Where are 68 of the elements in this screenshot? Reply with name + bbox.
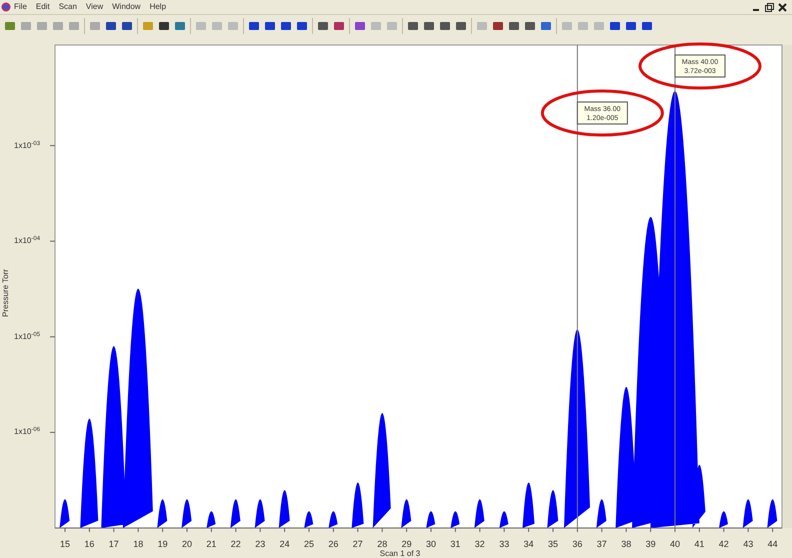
- tool-icon[interactable]: [158, 20, 170, 32]
- x-tick-label: 43: [743, 539, 754, 549]
- x-tick-label: 15: [60, 539, 70, 549]
- y-tick-label: 1x10$^{-04}$: [14, 237, 40, 246]
- x-tick-label: 28: [377, 539, 388, 549]
- menu-item[interactable]: View: [86, 1, 104, 13]
- tool-icon[interactable]: [508, 20, 520, 32]
- tool-icon[interactable]: [105, 20, 117, 32]
- tool-icon[interactable]: [439, 20, 451, 32]
- annotation-box: [576, 102, 628, 124]
- x-tick-label: 17: [108, 539, 119, 549]
- annotation-box: [674, 54, 726, 78]
- x-tick-label: 36: [572, 539, 582, 549]
- x-tick-label: 19: [158, 539, 168, 549]
- tool-icon[interactable]: [492, 20, 504, 32]
- tool-icon[interactable]: [333, 20, 345, 32]
- tool-icon[interactable]: [280, 20, 292, 32]
- x-tick-label: 34: [524, 539, 534, 549]
- tool-icon[interactable]: [407, 20, 419, 32]
- x-tick-label: 29: [402, 539, 412, 549]
- y-tick-label: 1x10$^{-06}$: [14, 428, 40, 436]
- x-tick-label: 20: [182, 539, 192, 549]
- y-axis-title: Pressure Torr: [1, 269, 10, 317]
- tool-icon[interactable]: [609, 20, 621, 32]
- x-tick-label: 22: [230, 539, 241, 549]
- y-tick-label: 1x10$^{-05}$: [14, 332, 40, 341]
- x-tick-label: 24: [280, 539, 290, 549]
- x-tick-label: 39: [646, 539, 656, 549]
- menu-item[interactable]: Scan: [58, 1, 77, 13]
- x-tick-label: 33: [499, 539, 510, 549]
- x-tick-label: 32: [474, 539, 485, 549]
- x-tick-label: 38: [621, 539, 632, 549]
- menu-item[interactable]: File: [14, 1, 27, 13]
- x-tick-label: 31: [450, 539, 460, 549]
- app-icon[interactable]: [1, 2, 11, 12]
- x-tick-label: 30: [426, 539, 436, 549]
- tool-icon[interactable]: [641, 20, 653, 32]
- menu-item[interactable]: Edit: [36, 1, 50, 13]
- x-tick-label: 16: [84, 539, 94, 549]
- tool-icon[interactable]: [423, 20, 435, 32]
- x-tick-label: 25: [304, 539, 314, 549]
- y-tick-label: 1x10$^{-03}$: [14, 142, 40, 150]
- tool-icon[interactable]: [121, 20, 133, 32]
- x-tick-label: 37: [596, 539, 607, 549]
- x-tick-label: 26: [328, 539, 338, 549]
- x-tick-label: 23: [255, 539, 266, 549]
- tool-icon[interactable]: [248, 20, 260, 32]
- x-tick-label: 42: [718, 539, 729, 549]
- tool-icon[interactable]: [455, 20, 467, 32]
- x-tick-label: 35: [548, 539, 558, 549]
- x-tick-label: 18: [133, 539, 144, 549]
- scan-status: Scan 1 of 3: [380, 549, 420, 558]
- close-icon[interactable]: [777, 2, 788, 12]
- x-tick-label: 44: [768, 539, 778, 549]
- x-tick-label: 27: [352, 539, 363, 549]
- tool-icon[interactable]: [524, 20, 536, 32]
- x-tick-label: 21: [206, 539, 216, 549]
- tool-icon[interactable]: [354, 20, 366, 32]
- restore-icon[interactable]: [764, 2, 775, 12]
- menu-item[interactable]: Window: [112, 1, 141, 13]
- tool-icon[interactable]: [540, 20, 552, 32]
- tool-icon[interactable]: [264, 20, 276, 32]
- menu-item[interactable]: Help: [150, 1, 166, 13]
- tool-icon[interactable]: [317, 20, 329, 32]
- x-tick-label: 41: [694, 539, 704, 549]
- tool-icon[interactable]: [296, 20, 308, 32]
- tool-icon[interactable]: [625, 20, 637, 32]
- x-tick-label: 40: [670, 539, 680, 549]
